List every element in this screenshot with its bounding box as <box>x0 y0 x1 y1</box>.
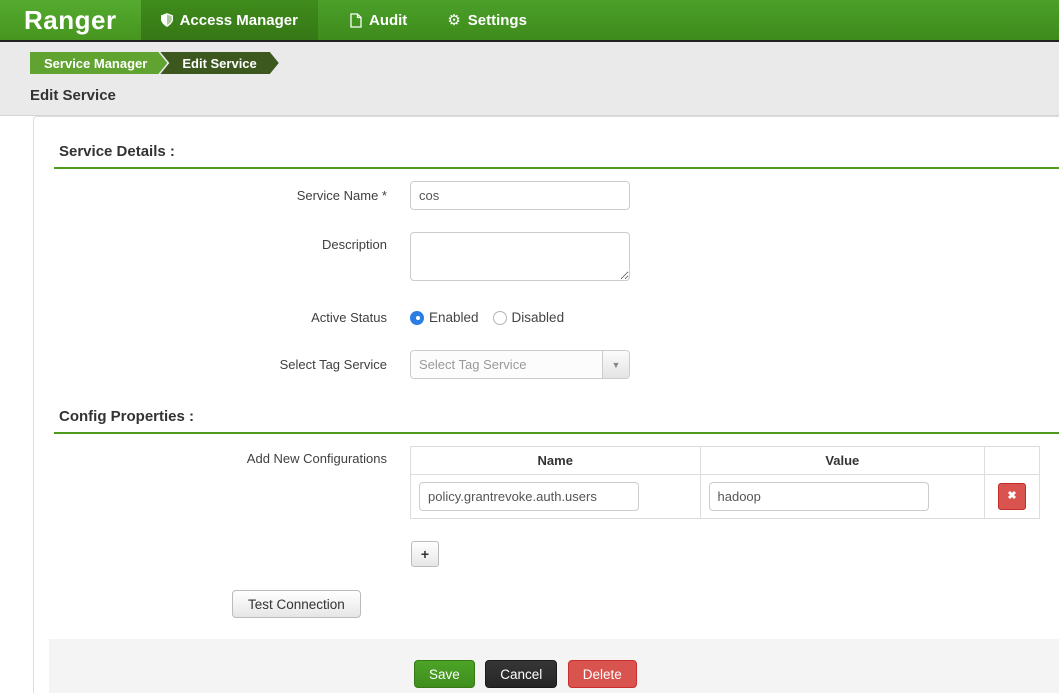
description-label: Description <box>321 237 387 252</box>
gear-icon: ⚙ <box>447 11 461 29</box>
chevron-down-icon[interactable]: ▼ <box>602 351 629 378</box>
nav-item-access-manager[interactable]: Access Manager <box>140 0 318 40</box>
config-table-header-name: Name <box>410 446 701 475</box>
tag-service-row: Select Tag Service Select Tag Service ▼ <box>34 350 1059 379</box>
cancel-button[interactable]: Cancel <box>485 660 558 688</box>
nav-item-audit[interactable]: Audit <box>330 0 427 40</box>
active-status-radio-group: Enabled Disabled <box>410 310 564 325</box>
breadcrumb: Service Manager Edit Service <box>30 52 1059 74</box>
description-textarea[interactable] <box>410 232 630 281</box>
delete-config-button[interactable]: ✖ <box>998 483 1027 510</box>
radio-disabled[interactable]: Disabled <box>492 310 565 325</box>
test-connection-button[interactable]: Test Connection <box>232 590 361 618</box>
description-row: Description <box>34 232 1059 281</box>
nav-item-label: Audit <box>368 11 408 29</box>
config-name-input[interactable] <box>419 482 639 511</box>
radio-unselected-icon <box>492 310 507 325</box>
shield-icon <box>160 13 173 27</box>
edit-service-form: Service Details : Service Name * Descrip… <box>33 116 1059 693</box>
tag-service-label: Select Tag Service <box>279 357 387 372</box>
config-table-header-value: Value <box>699 446 986 475</box>
top-navbar: Ranger Access Manager Audit ⚙ Settings <box>0 0 1059 42</box>
section-heading-config-properties: Config Properties : <box>54 408 1059 434</box>
radio-selected-icon <box>410 310 424 325</box>
nav-item-label: Access Manager <box>179 11 298 29</box>
nav-item-settings[interactable]: ⚙ Settings <box>427 0 547 40</box>
config-table-header-actions <box>984 446 1040 475</box>
page-title: Edit Service <box>30 87 116 104</box>
radio-enabled-label: Enabled <box>429 310 479 325</box>
service-name-label: Service Name * <box>296 188 387 203</box>
tag-service-select[interactable]: Select Tag Service ▼ <box>410 350 630 379</box>
save-button[interactable]: Save <box>414 660 475 688</box>
radio-enabled[interactable]: Enabled <box>410 310 479 325</box>
section-heading-service-details: Service Details : <box>54 143 1059 169</box>
config-table: Name Value ✖ <box>410 446 1040 519</box>
config-table-row: ✖ <box>410 474 1040 519</box>
config-table-header-row: Name Value <box>410 446 1040 475</box>
close-icon: ✖ <box>1007 490 1017 502</box>
active-status-label: Active Status <box>311 310 387 325</box>
breadcrumb-edit-service: Edit Service <box>160 52 278 74</box>
service-name-row: Service Name * <box>34 181 1059 210</box>
add-configurations-label: Add New Configurations <box>246 451 387 466</box>
nav-item-label: Settings <box>467 11 527 29</box>
active-status-row: Active Status Enabled Disabled <box>34 310 1059 325</box>
page-header-strip: Service Manager Edit Service Edit Servic… <box>0 42 1059 116</box>
add-config-button[interactable]: + <box>411 541 439 567</box>
breadcrumb-service-manager[interactable]: Service Manager <box>30 52 167 74</box>
brand-logo[interactable]: Ranger <box>0 0 141 40</box>
tag-service-placeholder: Select Tag Service <box>419 357 527 372</box>
config-row: Add New Configurations Name Value policy… <box>34 446 1059 519</box>
config-value-input[interactable] <box>708 482 929 511</box>
service-name-input[interactable] <box>410 181 630 210</box>
document-icon <box>350 12 362 28</box>
radio-disabled-label: Disabled <box>511 310 565 325</box>
delete-button[interactable]: Delete <box>567 660 637 688</box>
form-actions-bar: Save Cancel Delete <box>49 639 1059 693</box>
